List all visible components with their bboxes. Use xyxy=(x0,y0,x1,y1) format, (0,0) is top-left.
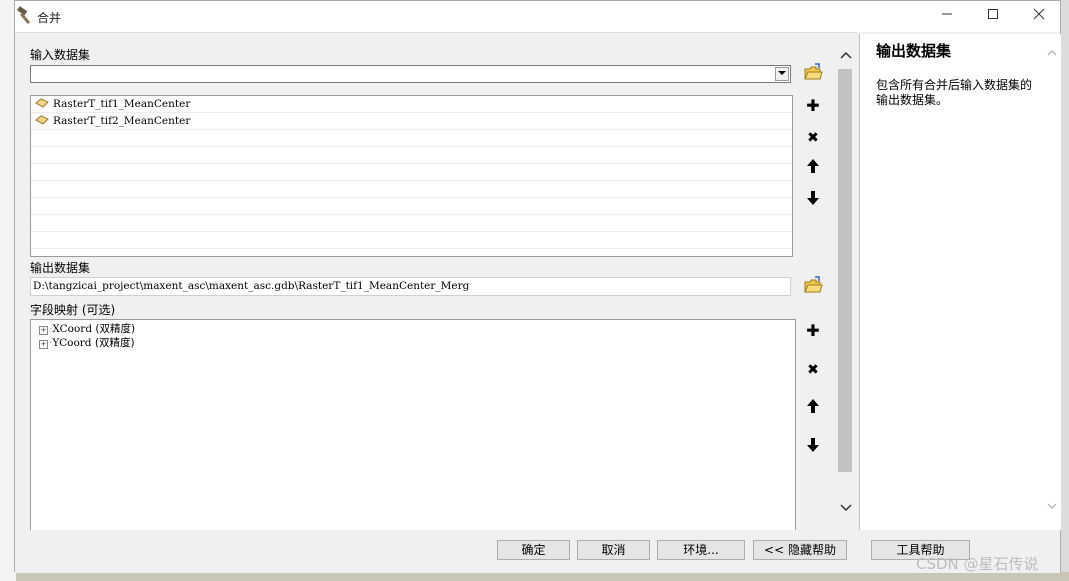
expand-icon[interactable]: + xyxy=(39,326,48,335)
empty-row xyxy=(31,232,792,249)
empty-row xyxy=(31,130,792,147)
list-item[interactable]: RasterT_tif2_MeanCenter xyxy=(31,113,792,130)
tree-item[interactable]: + ·XCoord (双精度) xyxy=(31,322,795,336)
chevron-down-icon xyxy=(1047,503,1057,510)
field-type: (双精度) xyxy=(95,323,136,335)
open-folder-icon[interactable] xyxy=(803,63,823,83)
field-move-up-button[interactable] xyxy=(802,398,824,420)
empty-row xyxy=(31,164,792,181)
button-bar: 确定 取消 环境... << 隐藏帮助 工具帮助 xyxy=(15,530,1060,573)
field-move-down-button[interactable] xyxy=(802,437,824,459)
minimize-button[interactable] xyxy=(927,5,967,27)
open-folder-icon[interactable] xyxy=(803,276,823,296)
empty-row xyxy=(31,198,792,215)
feature-class-icon xyxy=(35,98,49,108)
help-scroll-down[interactable] xyxy=(1047,502,1057,513)
field-type: (双精度) xyxy=(94,337,135,349)
expand-icon[interactable]: + xyxy=(39,340,48,349)
watermark: CSDN @星石传说 xyxy=(916,555,1039,573)
minimize-icon xyxy=(942,13,952,15)
move-down-button[interactable] xyxy=(802,190,824,212)
scroll-up-button[interactable] xyxy=(837,48,854,62)
tree-item[interactable]: + ·YCoord (双精度) xyxy=(31,336,795,350)
list-item[interactable]: RasterT_tif1_MeanCenter xyxy=(31,96,792,113)
empty-row xyxy=(31,249,792,256)
combo-dropdown-button[interactable] xyxy=(775,67,789,81)
empty-row xyxy=(31,215,792,232)
merge-dialog: 合并 输入数据集 RasterT_tif1_MeanCenter RasterT… xyxy=(14,0,1061,573)
ok-button[interactable]: 确定 xyxy=(497,540,570,560)
arrow-up-icon xyxy=(807,159,819,173)
scroll-down-button[interactable] xyxy=(837,501,854,515)
input-datasets-list[interactable]: RasterT_tif1_MeanCenter RasterT_tif2_Mea… xyxy=(30,95,793,257)
close-icon xyxy=(1033,8,1045,20)
maximize-button[interactable] xyxy=(973,5,1013,27)
field-map-label: 字段映射 (可选) xyxy=(30,303,116,317)
parameters-panel: 输入数据集 RasterT_tif1_MeanCenter RasterT_ti… xyxy=(15,32,857,531)
chevron-up-icon xyxy=(839,51,852,59)
list-item-label: RasterT_tif2_MeanCenter xyxy=(53,115,191,127)
help-text: 包含所有合并后输入数据集的输出数据集。 xyxy=(876,78,1033,107)
arrow-up-icon xyxy=(807,399,819,413)
parameters-scrollbar[interactable] xyxy=(837,44,854,524)
remove-field-button[interactable]: ✖ xyxy=(802,359,824,381)
list-item-label: RasterT_tif1_MeanCenter xyxy=(53,98,191,110)
cancel-button[interactable]: 取消 xyxy=(577,540,650,560)
scrollbar-thumb[interactable] xyxy=(838,69,852,472)
remove-dataset-button[interactable]: ✖ xyxy=(802,127,824,149)
chevron-down-icon xyxy=(778,71,786,75)
add-field-button[interactable]: ✚ xyxy=(802,320,824,342)
field-name: YCoord xyxy=(52,337,92,349)
empty-row xyxy=(31,147,792,164)
arrow-down-icon xyxy=(807,438,819,452)
output-dataset-input[interactable]: D:\tangzicai_project\maxent_asc\maxent_a… xyxy=(30,277,791,296)
maximize-icon xyxy=(988,9,998,19)
title-bar[interactable]: 合并 xyxy=(15,1,1060,32)
background-map-strip xyxy=(16,572,1069,581)
help-panel: 输出数据集 包含所有合并后输入数据集的输出数据集。 xyxy=(859,34,1061,530)
feature-class-icon xyxy=(35,115,49,125)
field-map-tree[interactable]: + ·XCoord (双精度) + ·YCoord (双精度) xyxy=(30,319,796,531)
move-up-button[interactable] xyxy=(802,158,824,180)
hide-help-button[interactable]: << 隐藏帮助 xyxy=(753,540,847,560)
output-dataset-label: 输出数据集 xyxy=(30,261,91,275)
empty-row xyxy=(31,181,792,198)
add-dataset-button[interactable]: ✚ xyxy=(802,95,824,117)
chevron-down-icon xyxy=(839,504,852,512)
arrow-down-icon xyxy=(807,191,819,205)
close-button[interactable] xyxy=(1019,5,1059,27)
input-datasets-combo[interactable] xyxy=(30,65,791,83)
hammer-icon xyxy=(17,6,31,25)
input-datasets-label: 输入数据集 xyxy=(30,48,91,62)
help-scroll-up[interactable] xyxy=(1047,48,1057,59)
chevron-up-icon xyxy=(1047,49,1057,56)
window-title: 合并 xyxy=(37,11,62,25)
field-name: XCoord xyxy=(52,323,93,335)
environments-button[interactable]: 环境... xyxy=(657,540,745,560)
help-title: 输出数据集 xyxy=(876,42,952,60)
